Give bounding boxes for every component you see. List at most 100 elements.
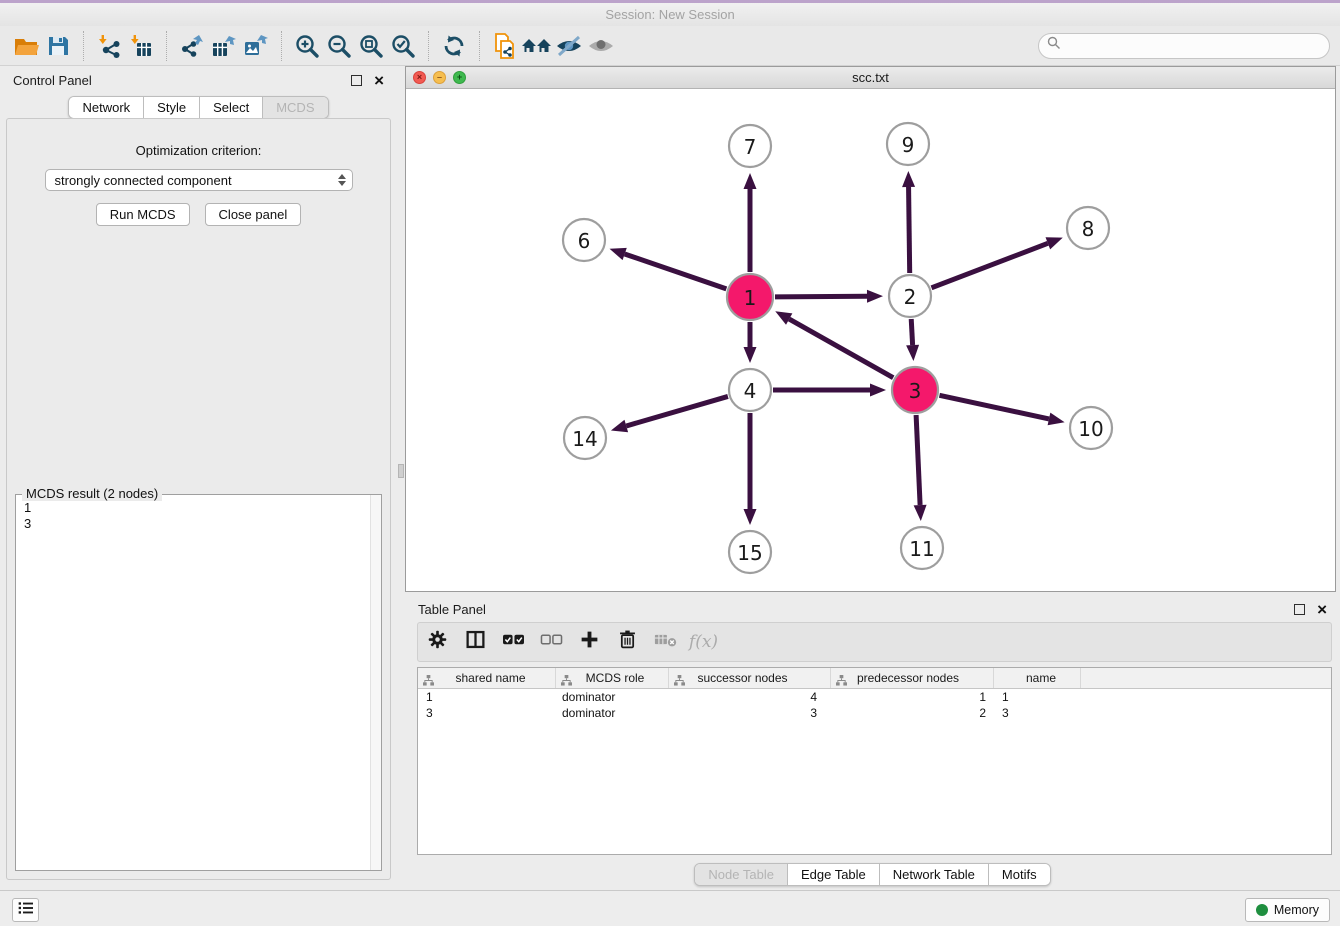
column-header-name[interactable]: name	[994, 668, 1081, 688]
close-panel-icon[interactable]: ×	[1317, 604, 1327, 615]
search-field[interactable]	[1038, 33, 1330, 59]
table-cell[interactable]: 2	[831, 705, 994, 721]
split-columns-button[interactable]	[464, 631, 487, 654]
graph-edge-3-10[interactable]	[939, 395, 1049, 419]
graph-node-label: 11	[909, 537, 934, 561]
edge-arrowhead	[867, 290, 883, 303]
refresh-button[interactable]	[438, 30, 470, 62]
tab-network-table[interactable]: Network Table	[880, 864, 989, 885]
export-table-button[interactable]	[208, 30, 240, 62]
graph-edge-4-14[interactable]	[626, 396, 728, 426]
graph-edge-1-6[interactable]	[625, 254, 727, 289]
table-cell[interactable]: 1	[831, 689, 994, 705]
delete-column-button[interactable]	[654, 631, 677, 654]
mcds-result-item: 3	[24, 516, 373, 532]
network-canvas[interactable]: 7968124314101511	[406, 89, 1335, 591]
column-header-predecessor-nodes[interactable]: predecessor nodes	[831, 668, 994, 688]
graph-edge-2-8[interactable]	[931, 243, 1047, 287]
zoom-selected-button[interactable]	[387, 30, 419, 62]
table-cell[interactable]: 4	[669, 689, 831, 705]
import-network-button[interactable]	[93, 30, 125, 62]
trash-icon	[617, 629, 638, 655]
optimization-criterion-label: Optimization criterion:	[7, 143, 390, 158]
column-header-successor-nodes[interactable]: successor nodes	[669, 668, 831, 688]
table-row[interactable]: 1dominator411	[418, 689, 1331, 705]
table-cell[interactable]: dominator	[556, 689, 669, 705]
task-history-button[interactable]	[12, 898, 39, 922]
unselect-all-button[interactable]	[540, 631, 563, 654]
tab-style[interactable]: Style	[144, 97, 200, 118]
network-view-window: × – + scc.txt 7968124314101511	[405, 66, 1336, 592]
close-panel-icon[interactable]: ×	[374, 75, 384, 86]
close-panel-button[interactable]: Close panel	[205, 203, 302, 226]
column-header-shared-name[interactable]: shared name	[418, 668, 556, 688]
graph-edge-3-1[interactable]	[789, 319, 893, 378]
home-button[interactable]	[521, 30, 553, 62]
table-row[interactable]: 3dominator323	[418, 705, 1331, 721]
show-all-button[interactable]	[585, 30, 617, 62]
result-scrollbar[interactable]	[370, 495, 381, 870]
add-column-button[interactable]	[578, 631, 601, 654]
table-toolbar: f(x)	[417, 622, 1332, 662]
tab-select[interactable]: Select	[200, 97, 263, 118]
graph-edge-2-3[interactable]	[911, 319, 912, 345]
gear-icon	[427, 629, 448, 655]
tab-mcds[interactable]: MCDS	[263, 97, 327, 118]
import-network-icon	[97, 34, 121, 58]
clone-network-button[interactable]	[489, 30, 521, 62]
export-table-icon	[211, 34, 237, 58]
export-image-button[interactable]	[240, 30, 272, 62]
search-input[interactable]	[1067, 38, 1321, 53]
select-all-button[interactable]	[502, 631, 525, 654]
tab-node-table[interactable]: Node Table	[695, 864, 788, 885]
delete-column-icon	[654, 629, 678, 655]
import-table-button[interactable]	[125, 30, 157, 62]
graph-edge-3-11[interactable]	[916, 415, 920, 505]
mcds-result-list: 13	[16, 495, 381, 870]
zoom-selected-icon	[390, 33, 416, 59]
table-cell[interactable]: 1	[994, 689, 1081, 705]
window-titlebar: Session: New Session	[0, 0, 1340, 26]
zoom-in-icon	[294, 33, 320, 59]
table-panel-title: Table Panel	[418, 602, 1294, 617]
run-mcds-button[interactable]: Run MCDS	[96, 203, 190, 226]
save-session-button[interactable]	[42, 30, 74, 62]
edge-arrowhead	[744, 509, 757, 525]
column-header-filler	[1081, 668, 1331, 688]
table-cell[interactable]: 3	[669, 705, 831, 721]
table-cell[interactable]: 1	[418, 689, 556, 705]
float-panel-icon[interactable]	[351, 75, 362, 86]
toolbar-separator	[281, 31, 282, 61]
panel-divider-grip[interactable]	[398, 464, 404, 478]
table-cell[interactable]: 3	[994, 705, 1081, 721]
tab-edge-table[interactable]: Edge Table	[788, 864, 880, 885]
export-network-button[interactable]	[176, 30, 208, 62]
table-panel: Table Panel × f(x) shared name MCDS role	[405, 595, 1340, 890]
graph-node-label: 6	[578, 229, 591, 253]
zoom-fit-button[interactable]	[355, 30, 387, 62]
zoom-in-button[interactable]	[291, 30, 323, 62]
table-cell[interactable]: 3	[418, 705, 556, 721]
tab-network[interactable]: Network	[69, 97, 144, 118]
hide-selected-button[interactable]	[553, 30, 585, 62]
open-folder-icon	[13, 34, 39, 58]
select-stepper-icon	[338, 174, 348, 186]
column-header-MCDS-role[interactable]: MCDS role	[556, 668, 669, 688]
graph-edge-1-2[interactable]	[775, 296, 867, 297]
tab-motifs[interactable]: Motifs	[989, 864, 1050, 885]
network-window-title: scc.txt	[406, 70, 1335, 85]
float-panel-icon[interactable]	[1294, 604, 1305, 615]
optimization-criterion-select[interactable]: strongly connected component	[45, 169, 353, 191]
column-header-label: MCDS role	[586, 671, 645, 685]
zoom-out-button[interactable]	[323, 30, 355, 62]
function-builder-button[interactable]: f(x)	[692, 631, 715, 654]
control-panel-header: Control Panel ×	[0, 66, 397, 94]
delete-button[interactable]	[616, 631, 639, 654]
table-settings-button[interactable]	[426, 631, 449, 654]
refresh-icon	[441, 33, 467, 59]
memory-button[interactable]: Memory	[1245, 898, 1330, 922]
table-cell[interactable]: dominator	[556, 705, 669, 721]
graph-edge-2-9[interactable]	[909, 187, 910, 273]
list-icon	[18, 901, 34, 920]
open-session-button[interactable]	[10, 30, 42, 62]
